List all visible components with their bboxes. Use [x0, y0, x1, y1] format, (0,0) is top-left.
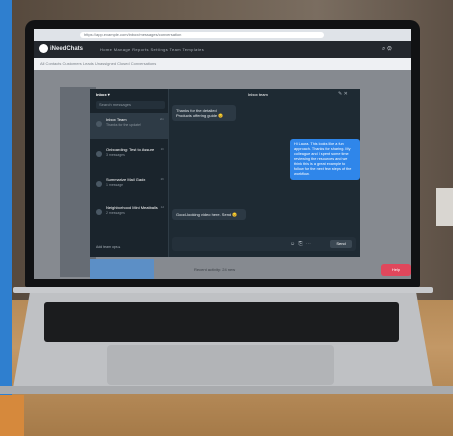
conversation-time: 1d [160, 205, 164, 209]
message-bubble-incoming: Thanks for the detailed Products offerin… [172, 105, 236, 121]
message-bubble-incoming: Good-looking video here. Send 😊 [172, 209, 246, 220]
avatar [96, 209, 102, 215]
browser-url-field[interactable]: https://app.example.com/inbox/messages/c… [80, 32, 324, 38]
conversation-preview: Thanks for the update! [106, 123, 142, 127]
add-team-link[interactable]: Add team ops ▸ [96, 245, 120, 249]
app-header: iNeedChats Home Manage Reports Settings … [34, 41, 411, 58]
laptop-hinge [13, 287, 433, 293]
browser-toolbar: https://app.example.com/inbox/messages/c… [34, 29, 411, 41]
conversation-title: Summarize Mail Gadx [106, 177, 146, 182]
conversation-preview: 3 messages [106, 153, 125, 157]
app-name: iNeedChats [50, 46, 84, 53]
message-area: Inbox team ✎ ✕ Thanks for the detailed P… [168, 89, 360, 257]
conversation-item[interactable]: Inbox Team Thanks for the update! 2m [90, 113, 168, 139]
app-logo[interactable]: iNeedChats [39, 44, 83, 53]
logo-icon [39, 44, 48, 53]
emoji-icon[interactable]: ☺ ⎘ ⋯ [290, 241, 312, 247]
help-button[interactable]: Help [381, 264, 411, 276]
message-composer[interactable]: ☺ ⎘ ⋯ Send [172, 237, 356, 251]
conversation-title: Onboarding: Test to Assure [106, 147, 155, 152]
subnav-links[interactable]: All Contacts Customers Leads Unassigned … [40, 61, 156, 66]
laptop-trackpad [107, 345, 334, 385]
laptop-keyboard [44, 302, 399, 342]
message-bubble-outgoing: Hi Laura. This looks like a fun approach… [290, 139, 360, 180]
header-search-icon[interactable]: ⌕ ⚙ [382, 46, 392, 53]
chat-modal: Inbox ▾ Search messages Inbox Team Thank… [90, 89, 360, 257]
inbox-selector[interactable]: Inbox ▾ [96, 92, 110, 97]
highlight-panel [90, 259, 154, 279]
conversation-item[interactable]: Neighborhood Mini Meatballs 2 messages 1… [90, 201, 168, 227]
avatar [96, 181, 102, 187]
app-nav[interactable]: Home Manage Reports Settings Team Templa… [100, 47, 204, 52]
conversation-time: 1h [160, 147, 164, 151]
sub-navigation: All Contacts Customers Leads Unassigned … [34, 58, 411, 70]
laptop-screen: https://app.example.com/inbox/messages/c… [34, 29, 411, 279]
conversation-item[interactable]: Summarize Mail Gadx 1 message 2h [90, 173, 168, 199]
conversation-list: Inbox ▾ Search messages Inbox Team Thank… [90, 89, 169, 257]
conversation-time: 2m [159, 117, 164, 121]
conversation-preview: 2 messages [106, 211, 125, 215]
conversation-title: Neighborhood Mini Meatballs [106, 205, 158, 210]
search-input[interactable]: Search messages [96, 101, 165, 109]
activity-text: Recent activity: 24 new [194, 267, 236, 272]
conversation-time: 2h [160, 177, 164, 181]
laptop-front-edge [0, 386, 453, 394]
orange-object-edge [0, 395, 24, 436]
close-icon[interactable]: ✎ ✕ [338, 91, 348, 97]
conversation-title: Inbox Team [106, 117, 127, 122]
conversation-item[interactable]: Onboarding: Test to Assure 3 messages 1h [90, 143, 168, 169]
chat-title: Inbox team [248, 92, 268, 97]
background-object [436, 188, 453, 226]
avatar [96, 151, 102, 157]
avatar [96, 121, 102, 127]
conversation-preview: 1 message [106, 183, 124, 187]
blue-panel-edge [0, 0, 12, 395]
send-button[interactable]: Send [330, 240, 352, 248]
laptop-screen-bezel: https://app.example.com/inbox/messages/c… [25, 20, 420, 287]
